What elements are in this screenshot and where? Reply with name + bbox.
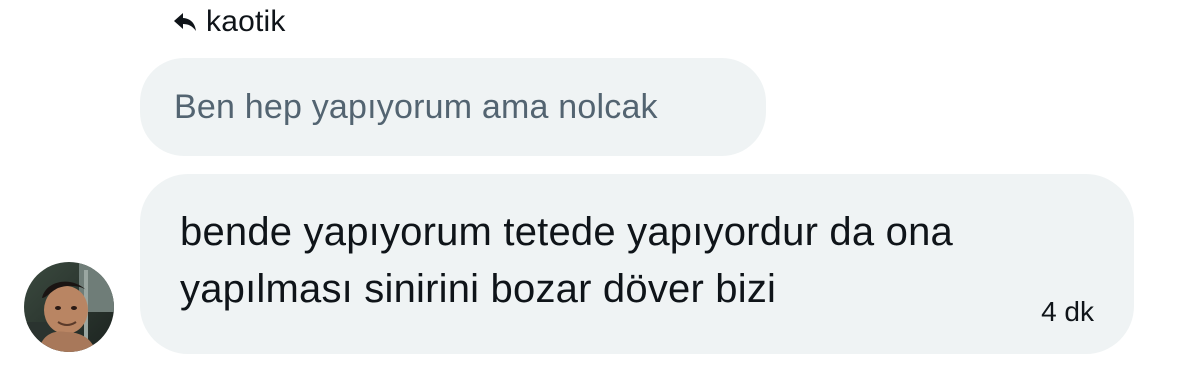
reply-header[interactable]: kaotik	[172, 4, 286, 40]
message-text: bende yapıyorum tetede yapıyordur da ona…	[180, 204, 1080, 318]
reply-target-name: kaotik	[206, 5, 286, 38]
quoted-message-text: Ben hep yapıyorum ama nolcak	[174, 87, 658, 126]
avatar[interactable]	[24, 262, 114, 352]
message-line-2: yapılması sinirini bozar döver bizi	[180, 267, 777, 311]
user-avatar-photo	[24, 262, 114, 352]
message-bubble[interactable]: bende yapıyorum tetede yapıyordur da ona…	[140, 174, 1134, 354]
quoted-message-bubble[interactable]: Ben hep yapıyorum ama nolcak	[140, 58, 766, 156]
message-line-1: bende yapıyorum tetede yapıyordur da ona	[180, 210, 953, 254]
message-timestamp: 4 dk	[1041, 296, 1094, 327]
reply-arrow-icon	[172, 11, 198, 33]
